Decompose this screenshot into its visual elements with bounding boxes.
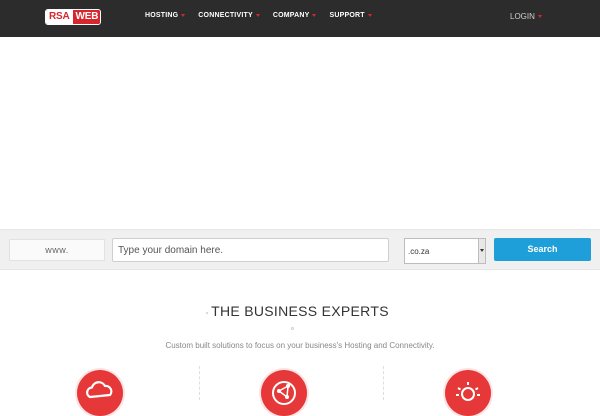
login-label: LOGIN <box>510 12 535 21</box>
top-navigation-bar: RSA WEB HOSTING CONNECTIVITY COMPANY SUP… <box>0 0 600 37</box>
nav-item-support[interactable]: SUPPORT <box>329 12 372 19</box>
nav-item-label: SUPPORT <box>329 12 365 19</box>
tld-select[interactable]: .co.za <box>404 238 486 264</box>
rsaweb-logo[interactable]: RSA WEB <box>45 9 101 25</box>
separator-dot <box>291 327 294 330</box>
caret-down-icon <box>181 14 186 17</box>
feature-solutions[interactable] <box>445 370 491 416</box>
column-divider <box>199 366 200 400</box>
network-icon <box>272 381 296 405</box>
lightbulb-icon <box>456 382 480 401</box>
nav-item-company[interactable]: COMPANY <box>273 12 317 19</box>
nav-item-label: CONNECTIVITY <box>198 12 253 19</box>
www-prefix: www. <box>9 239 105 261</box>
nav-item-label: HOSTING <box>145 12 179 19</box>
tld-selected-value: .co.za <box>408 246 430 256</box>
feature-hosting[interactable] <box>77 370 123 416</box>
domain-search-input[interactable] <box>112 238 389 262</box>
caret-down-icon <box>312 14 317 17</box>
search-button[interactable]: Search <box>494 238 591 261</box>
feature-connectivity[interactable] <box>261 370 307 416</box>
column-divider <box>383 366 384 400</box>
caret-down-icon <box>255 14 260 17</box>
caret-down-icon <box>537 15 542 18</box>
nav-item-label: COMPANY <box>272 12 310 19</box>
domain-search-bar: www. .co.za Search <box>0 229 600 270</box>
logo-text-web: WEB <box>72 10 100 24</box>
section-heading: THE BUSINESS EXPERTS <box>211 303 389 319</box>
caret-down-icon <box>367 14 372 17</box>
login-link[interactable]: LOGIN <box>510 12 542 21</box>
nav-item-hosting[interactable]: HOSTING <box>145 12 186 19</box>
section-subtext: Custom built solutions to focus on your … <box>165 341 435 350</box>
main-nav: HOSTING CONNECTIVITY COMPANY SUPPORT <box>145 12 385 19</box>
nav-item-connectivity[interactable]: CONNECTIVITY <box>198 12 260 19</box>
dropdown-arrow-icon <box>478 239 485 263</box>
logo-text-rsa: RSA <box>46 10 73 24</box>
cloud-icon <box>86 381 113 399</box>
